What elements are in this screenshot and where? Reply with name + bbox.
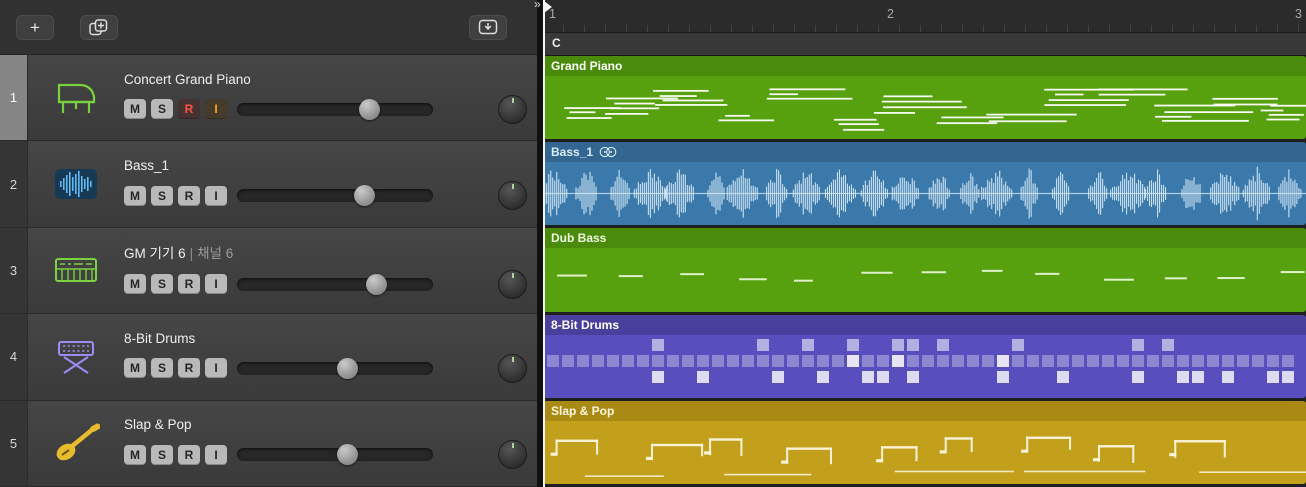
mute-button[interactable]: M xyxy=(124,99,146,119)
add-track-button[interactable]: + xyxy=(16,15,54,40)
track-name: Bass_1 xyxy=(124,158,169,173)
region-lanes: Grand Piano Bass_1 xyxy=(543,56,1306,487)
record-enable-button[interactable]: R xyxy=(178,186,200,206)
synth-keyboard-icon xyxy=(28,228,124,313)
marker-strip[interactable]: C xyxy=(543,33,1306,56)
input-monitor-button[interactable]: I xyxy=(205,274,227,294)
mute-button[interactable]: M xyxy=(124,274,146,294)
region-bass-1[interactable]: Bass_1 xyxy=(543,142,1306,225)
duplicate-track-icon xyxy=(89,19,109,36)
divider-chevron-icon: » xyxy=(534,0,541,11)
solo-button[interactable]: S xyxy=(151,99,173,119)
pan-knob[interactable] xyxy=(498,95,527,124)
region-notation-content xyxy=(543,421,1306,484)
track-header-panel: + 1 xyxy=(0,0,537,487)
solo-button[interactable]: S xyxy=(151,186,173,206)
mute-button[interactable]: M xyxy=(124,445,146,465)
region-midi-content xyxy=(543,76,1306,139)
volume-thumb[interactable] xyxy=(366,274,387,295)
volume-slider[interactable] xyxy=(237,189,433,202)
region-name: Slap & Pop xyxy=(551,404,614,418)
region-name: Dub Bass xyxy=(551,231,606,245)
drum-machine-icon xyxy=(28,314,124,399)
solo-button[interactable]: S xyxy=(151,274,173,294)
playhead[interactable] xyxy=(543,0,545,487)
region-audio-content xyxy=(543,162,1306,225)
solo-button[interactable]: S xyxy=(151,358,173,378)
volume-slider[interactable] xyxy=(237,103,433,116)
ruler-bar-number: 3 xyxy=(1295,7,1302,21)
record-enable-button[interactable]: R xyxy=(178,274,200,294)
pan-knob[interactable] xyxy=(498,270,527,299)
ruler-bar-number: 2 xyxy=(887,7,894,21)
pan-knob[interactable] xyxy=(498,354,527,383)
record-enable-button[interactable]: R xyxy=(178,445,200,465)
track-row-gm-device-6[interactable]: 3 GM 기기 6 |채널 6 M xyxy=(0,228,537,314)
mute-button[interactable]: M xyxy=(124,358,146,378)
track-name: Concert Grand Piano xyxy=(124,72,251,87)
region-step-content xyxy=(543,335,1306,398)
region-dub-bass[interactable]: Dub Bass xyxy=(543,228,1306,311)
track-name: 8-Bit Drums xyxy=(124,331,195,346)
region-name: 8-Bit Drums xyxy=(551,318,619,332)
ruler[interactable]: 123 xyxy=(543,0,1306,33)
stereo-circles-icon xyxy=(599,146,617,158)
volume-slider[interactable] xyxy=(237,362,433,375)
volume-slider[interactable] xyxy=(237,278,433,291)
track-number[interactable]: 2 xyxy=(0,141,28,226)
input-monitor-button[interactable]: I xyxy=(205,358,227,378)
track-name: Slap & Pop xyxy=(124,417,192,432)
marker-label: C xyxy=(552,36,561,50)
input-monitor-button[interactable]: I xyxy=(205,186,227,206)
pan-knob[interactable] xyxy=(498,181,527,210)
region-8-bit-drums[interactable]: 8-Bit Drums xyxy=(543,315,1306,398)
volume-thumb[interactable] xyxy=(359,99,380,120)
solo-button[interactable]: S xyxy=(151,445,173,465)
input-monitor-button[interactable]: I xyxy=(205,99,227,119)
track-row-slap-and-pop[interactable]: 5 Slap & Pop M S R xyxy=(0,401,537,487)
record-enable-button[interactable]: R xyxy=(178,99,200,119)
region-midi-content xyxy=(543,248,1306,311)
track-number[interactable]: 1 xyxy=(0,55,28,140)
region-grand-piano[interactable]: Grand Piano xyxy=(543,56,1306,139)
track-row-8-bit-drums[interactable]: 4 8-Bit Drums M S R xyxy=(0,314,537,400)
duplicate-track-button[interactable] xyxy=(80,15,118,40)
track-row-bass-1[interactable]: 2 Bass_1 xyxy=(0,141,537,227)
track-header-config-button[interactable] xyxy=(469,15,507,40)
audio-waveform-icon xyxy=(28,141,124,226)
box-down-arrow-icon xyxy=(478,19,498,35)
region-name: Bass_1 xyxy=(551,145,593,159)
volume-thumb[interactable] xyxy=(337,444,358,465)
volume-slider[interactable] xyxy=(237,448,433,461)
track-row-concert-grand-piano[interactable]: 1 Concert Grand Piano M S R xyxy=(0,55,537,141)
track-number[interactable]: 3 xyxy=(0,228,28,313)
track-toolbar: + xyxy=(0,0,537,55)
logic-tracks-area: + 1 xyxy=(0,0,1306,487)
mute-button[interactable]: M xyxy=(124,186,146,206)
volume-thumb[interactable] xyxy=(354,185,375,206)
name-separator: | xyxy=(190,246,194,261)
track-name: GM 기기 6 xyxy=(124,246,186,261)
playhead-icon xyxy=(544,1,552,13)
bass-guitar-icon xyxy=(28,401,124,486)
region-name: Grand Piano xyxy=(551,59,622,73)
track-number[interactable]: 4 xyxy=(0,314,28,399)
track-list: 1 Concert Grand Piano M S R xyxy=(0,55,537,487)
pan-knob[interactable] xyxy=(498,440,527,469)
arrange-area: 123 C Grand Piano Bass_1 xyxy=(543,0,1306,487)
record-enable-button[interactable]: R xyxy=(178,358,200,378)
volume-thumb[interactable] xyxy=(337,358,358,379)
track-subtitle: 채널 6 xyxy=(197,246,233,261)
region-slap-and-pop[interactable]: Slap & Pop xyxy=(543,401,1306,484)
track-number[interactable]: 5 xyxy=(0,401,28,486)
input-monitor-button[interactable]: I xyxy=(205,445,227,465)
grand-piano-icon xyxy=(28,55,124,140)
